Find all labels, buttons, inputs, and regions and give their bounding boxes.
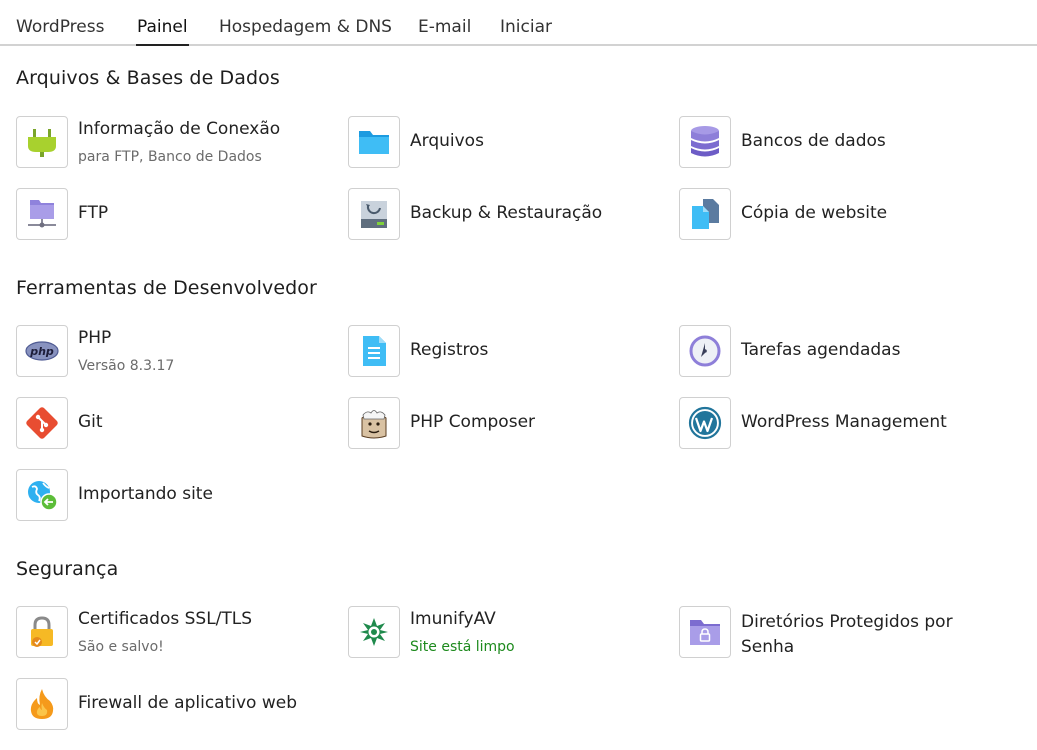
- ssl-lock-icon: [16, 606, 68, 658]
- tab-painel[interactable]: Painel: [136, 17, 189, 46]
- svg-text:php: php: [29, 345, 54, 358]
- imunifyav-status: Site está limpo: [410, 639, 515, 655]
- fire-icon: [16, 678, 68, 730]
- import-site-icon: [16, 469, 68, 521]
- section-title-files: Arquivos & Bases de Dados: [16, 67, 280, 89]
- php-icon: php: [16, 325, 68, 377]
- files-label: Arquivos: [410, 131, 484, 151]
- imunifyav-item[interactable]: ImunifyAV Site está limpo: [348, 606, 668, 660]
- protected-folder-icon: [679, 606, 731, 658]
- php-composer-item[interactable]: PHP Composer: [348, 397, 668, 451]
- php-version: Versão 8.3.17: [78, 358, 175, 374]
- backup-icon: [348, 188, 400, 240]
- php-composer-label: PHP Composer: [410, 412, 536, 432]
- connection-info-sub: para FTP, Banco de Dados: [78, 149, 262, 165]
- section-title-security: Segurança: [16, 558, 119, 580]
- connection-info-label: Informação de Conexão: [78, 119, 281, 139]
- top-nav-tabs: WordPress Painel Hospedagem & DNS E-mail…: [0, 0, 1037, 46]
- logs-label: Registros: [410, 340, 489, 360]
- php-item[interactable]: php PHP Versão 8.3.17: [16, 325, 336, 379]
- wordpress-management-item[interactable]: WordPress Management: [679, 397, 999, 451]
- ssl-certificates-label: Certificados SSL/TLS: [78, 609, 253, 629]
- ssl-status: São e salvo!: [78, 639, 164, 655]
- folder-icon: [348, 116, 400, 168]
- tab-wordpress[interactable]: WordPress: [16, 17, 104, 37]
- git-item[interactable]: Git: [16, 397, 336, 451]
- scheduled-tasks-label: Tarefas agendadas: [741, 340, 901, 360]
- website-copy-label: Cópia de website: [741, 203, 888, 223]
- import-site-item[interactable]: Importando site: [16, 469, 336, 523]
- protected-directories-item[interactable]: Diretórios Protegidos por Senha: [679, 606, 999, 660]
- clock-icon: [679, 325, 731, 377]
- files-item[interactable]: Arquivos: [348, 116, 668, 170]
- website-copy-icon: [679, 188, 731, 240]
- databases-label: Bancos de dados: [741, 131, 886, 151]
- tab-email[interactable]: E-mail: [418, 17, 471, 37]
- ssl-certificates-item[interactable]: Certificados SSL/TLS São e salvo!: [16, 606, 336, 660]
- ftp-label: FTP: [78, 203, 109, 223]
- connection-info-item[interactable]: Informação de Conexão para FTP, Banco de…: [16, 116, 336, 170]
- ftp-icon: [16, 188, 68, 240]
- composer-icon: [348, 397, 400, 449]
- logs-icon: [348, 325, 400, 377]
- plug-icon: [16, 116, 68, 168]
- backup-label: Backup & Restauração: [410, 203, 603, 223]
- section-title-dev: Ferramentas de Desenvolvedor: [16, 277, 317, 299]
- logs-item[interactable]: Registros: [348, 325, 668, 379]
- import-site-label: Importando site: [78, 484, 213, 504]
- wordpress-icon: [679, 397, 731, 449]
- tab-hospedagem-dns[interactable]: Hospedagem & DNS: [219, 17, 392, 37]
- web-application-firewall-label: Firewall de aplicativo web: [78, 693, 297, 713]
- backup-item[interactable]: Backup & Restauração: [348, 188, 668, 242]
- wordpress-management-label: WordPress Management: [741, 412, 947, 432]
- php-label: PHP: [78, 328, 112, 348]
- git-icon: [16, 397, 68, 449]
- tab-iniciar[interactable]: Iniciar: [500, 17, 552, 37]
- website-copy-item[interactable]: Cópia de website: [679, 188, 999, 242]
- ftp-item[interactable]: FTP: [16, 188, 336, 242]
- imunifyav-label: ImunifyAV: [410, 609, 496, 629]
- web-application-firewall-item[interactable]: Firewall de aplicativo web: [16, 678, 336, 732]
- databases-item[interactable]: Bancos de dados: [679, 116, 999, 170]
- database-icon: [679, 116, 731, 168]
- protected-directories-label: Diretórios Protegidos por Senha: [741, 612, 953, 657]
- git-label: Git: [78, 412, 103, 432]
- scheduled-tasks-item[interactable]: Tarefas agendadas: [679, 325, 999, 379]
- imunify-icon: [348, 606, 400, 658]
